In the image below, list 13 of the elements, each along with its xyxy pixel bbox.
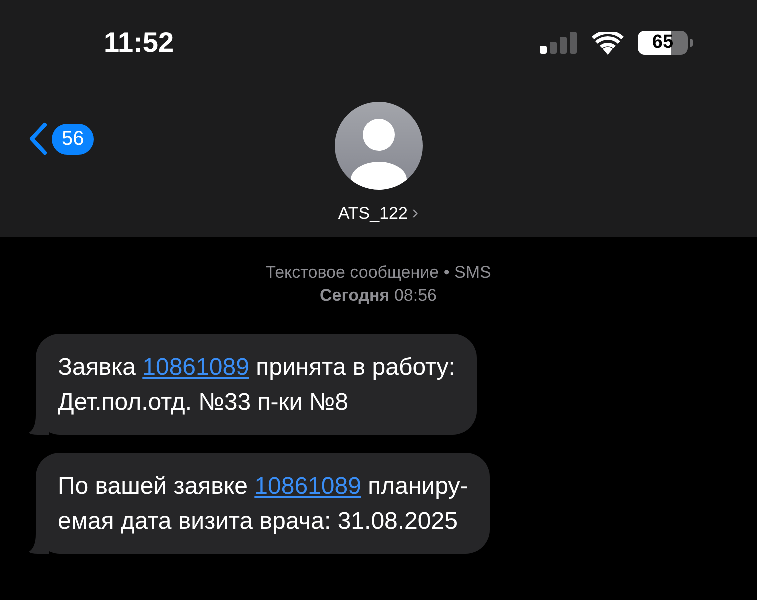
message-text: Заявка 10861089 принята в работу: Дет.пол.отд. №33 п-ки №8 [58, 353, 456, 418]
back-button[interactable]: 56 [28, 122, 94, 156]
contact-name[interactable]: ATS_122 › [338, 202, 419, 225]
status-time: 11:52 [104, 27, 174, 59]
unread-badge: 56 [52, 124, 94, 154]
wifi-icon [592, 32, 624, 54]
number-link[interactable]: 10861089 [142, 354, 250, 381]
message-timestamp: Сегодня 08:56 [320, 285, 437, 307]
signal-icon [540, 32, 578, 54]
chevron-icon [28, 122, 48, 156]
message-text: По вашей заявке 10861089 планиру- емая дата визита врача: 31.08.2025 [58, 472, 468, 537]
number-link[interactable]: 10861089 [254, 473, 362, 500]
message-service: Текстовое сообщение • SMS [266, 262, 492, 284]
